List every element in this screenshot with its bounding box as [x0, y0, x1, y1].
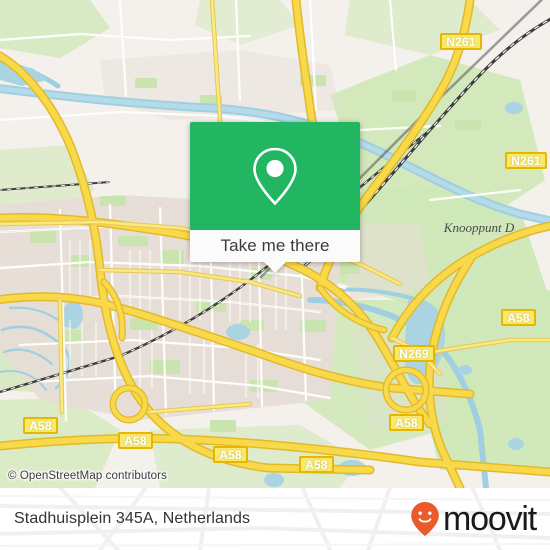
callout-label-area[interactable]: Take me there: [190, 230, 360, 262]
road-shield-n269-center: N269: [393, 345, 435, 362]
road-shield-n261-north: N261: [440, 33, 482, 50]
take-me-there-label: Take me there: [220, 236, 330, 255]
callout-tail: [264, 262, 286, 273]
footer-bar: Stadhuisplein 345A, Netherlands moovit: [0, 488, 550, 550]
road-shield-a58-southeast: A58: [389, 414, 424, 431]
map-canvas[interactable]: Knooppunt D N261 N261 N269 A58 A58 A58 A58 A58 A…: [0, 0, 550, 488]
moovit-logo[interactable]: moovit: [410, 500, 537, 538]
road-shield-a58-southwest: A58: [118, 432, 153, 449]
road-shield-a58-east: A58: [501, 309, 536, 326]
callout-icon-area: [190, 122, 360, 230]
road-shield-a58-south: A58: [299, 456, 334, 473]
moovit-wordmark: moovit: [443, 500, 537, 538]
take-me-there-callout[interactable]: Take me there: [190, 122, 360, 273]
moovit-map-page: Knooppunt D N261 N261 N269 A58 A58 A58 A58 A58 A…: [0, 0, 550, 550]
map-pin-icon: [253, 147, 297, 206]
osm-attribution[interactable]: © OpenStreetMap contributors: [8, 470, 167, 482]
road-shield-n261-east: N261: [505, 152, 547, 169]
moovit-pin-icon: [411, 502, 439, 536]
address-text: Stadhuisplein 345A, Netherlands: [14, 510, 251, 527]
road-shield-a58-west: A58: [23, 417, 58, 434]
road-shield-a58-southcenter: A58: [213, 446, 248, 463]
